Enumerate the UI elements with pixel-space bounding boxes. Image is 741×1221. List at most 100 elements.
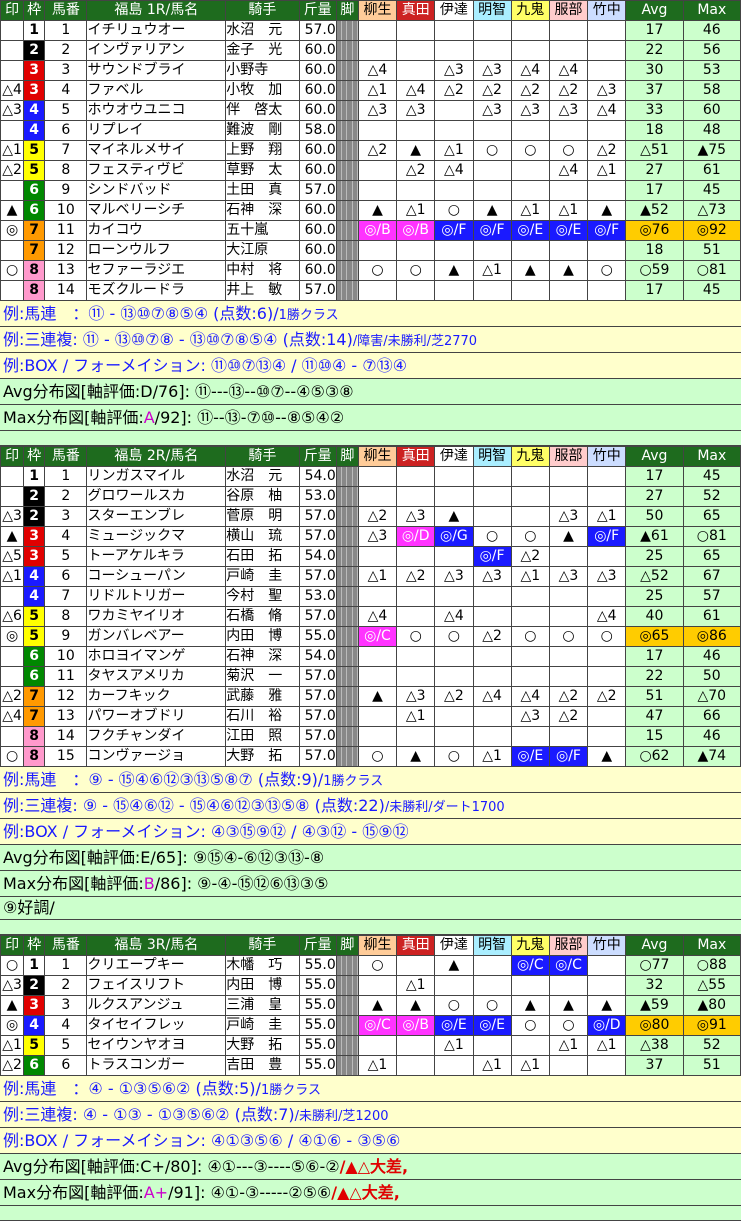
- horse-name[interactable]: フェスティヴビ: [86, 160, 227, 181]
- prediction-cell: ◎/F: [548, 746, 589, 767]
- horse-row[interactable]: △1 5 7 マイネルメサイ 上野 翔 60.0 △2 ▲ △1 ○ ○ ○ △2 △51 ▲75: [0, 140, 741, 161]
- horse-name[interactable]: モズクルードラ: [86, 280, 227, 301]
- horse-row[interactable]: ◎ 5 9 ガンバレベアー 内田 博 55.0 ◎/C ○ ○ △2 ○ ○ ○ ◎65 ◎86: [0, 626, 741, 647]
- horse-name[interactable]: リンガスマイル: [86, 466, 227, 487]
- prediction-cell: [357, 1035, 398, 1056]
- horse-name[interactable]: トラスコンガー: [86, 1055, 227, 1076]
- horse-row[interactable]: ○ 8 15 コンヴァージョ 大野 拓 57.0 ○ ▲ ○ △1 ◎/E ◎/F ▲ ○62 ▲74: [0, 746, 741, 767]
- horse-row[interactable]: ○ 1 1 クリエープキー 木幡 巧 55.0 ○ ▲ ◎/C ◎/C ○77 ○88: [0, 955, 741, 976]
- horse-row[interactable]: △3 2 3 スターエンブレ 菅原 明 57.0 △2 △3 ▲ △3 △1 50 65: [0, 506, 741, 527]
- prediction-cell: △1: [510, 566, 550, 587]
- horse-row[interactable]: △3 2 2 フェイスリフト 内田 博 55.0 △1 32 △55: [0, 975, 741, 996]
- race-section: 印枠馬番 福島 1R/馬名 騎手 斤量脚柳生 真田 伊達 明智 九鬼 服部 竹中 Avg Max 1 1 イ…: [0, 0, 741, 446]
- horse-name[interactable]: イチリュウオー: [86, 20, 227, 41]
- horse-row[interactable]: △4 7 13 パワーオブドリ 石川 裕 57.0 △1 △3 △2 47 66: [0, 706, 741, 727]
- horse-row[interactable]: ▲ 3 3 ルクスアンジュ 三浦 皇 55.0 ▲ ▲ ○ ○ ▲ ▲ ▲ ▲59 ▲80: [0, 995, 741, 1016]
- horse-name[interactable]: クリエープキー: [86, 955, 227, 976]
- horse-name[interactable]: コンヴァージョ: [86, 746, 227, 767]
- horse-name[interactable]: フェイスリフト: [86, 975, 227, 996]
- horse-name[interactable]: ガンバレベアー: [86, 626, 227, 647]
- horse-row[interactable]: ○ 8 13 セファーラジエ 中村 将 60.0 ○ ○ ▲ △1 ▲ ▲ ○ ○59 ○81: [0, 260, 741, 281]
- horse-row[interactable]: 6 11 タヤスアメリカ 菊沢 一 57.0 22 50: [0, 666, 741, 687]
- prediction-cell: △1: [396, 706, 436, 727]
- horse-row[interactable]: 7 12 ローンウルフ 大江原 60.0 18 51: [0, 240, 741, 261]
- prediction-cell: △4: [510, 686, 550, 707]
- horse-name[interactable]: シンドバッド: [86, 180, 227, 201]
- horse-name[interactable]: パワーオブドリ: [86, 706, 227, 727]
- prediction-cell: [434, 20, 474, 41]
- horse-row[interactable]: △1 5 5 セイウンヤオヨ 大野 拓 55.0 △1 △1 △1 △38 52: [0, 1035, 741, 1056]
- horse-row[interactable]: △3 4 5 ホウオウユニコ伴 啓太 60.0 △3 △3 △3 △3 △3 △4 33 60: [0, 100, 741, 121]
- umaban-cell: 7: [44, 140, 88, 161]
- horse-row[interactable]: 4 7 リドルトリガー 今村 聖 53.0 25 57: [0, 586, 741, 607]
- page-root: 印枠馬番 福島 1R/馬名 騎手 斤量脚柳生 真田 伊達 明智 九鬼 服部 竹中 Avg Max 1 1 イ…: [0, 0, 741, 1221]
- horse-row[interactable]: 6 10 ホロヨイマンゲ 石神 深 54.0 17 46: [0, 646, 741, 667]
- prediction-cell: [396, 1035, 436, 1056]
- horse-name[interactable]: トーアケルキラ: [86, 546, 227, 567]
- horse-row[interactable]: 6 9 シンドバッド 土田 真 57.0 17 45: [0, 180, 741, 201]
- horse-name[interactable]: ファベル: [86, 80, 227, 101]
- class-text: 1勝クラス: [323, 774, 384, 789]
- horse-row[interactable]: 1 1 リンガスマイル 水沼 元 54.0 17 45: [0, 466, 741, 487]
- horse-row[interactable]: 2 2 インヴァリアン 金子 光 60.0 22 56: [0, 40, 741, 61]
- jockey-name: 上野 翔: [225, 140, 300, 161]
- leg-bar: [337, 487, 358, 506]
- horse-row[interactable]: ▲ 6 10 マルベリーシチ 石神 深 60.0 ▲ △1 ○ ▲ △1 △1 ▲ ▲52 △73: [0, 200, 741, 221]
- horse-name[interactable]: ホウオウユニコ: [86, 100, 227, 121]
- horse-row[interactable]: 8 14 モズクルードラ 井上 敏 57.0 17 45: [0, 280, 741, 301]
- horse-name[interactable]: グロワールスカ: [86, 486, 227, 507]
- avg-cell: 25: [625, 586, 684, 607]
- horse-name[interactable]: スターエンブレ: [86, 506, 227, 527]
- horse-row[interactable]: 2 2 グロワールスカ 谷原 柚 53.0 27 52: [0, 486, 741, 507]
- avg-cell: ◎65: [625, 626, 684, 647]
- leg-bar: [337, 261, 358, 280]
- horse-row[interactable]: 4 6 リプレイ 難波 剛 58.0 18 48: [0, 120, 741, 141]
- leg-bar: [337, 707, 358, 726]
- horse-name[interactable]: マルベリーシチ: [86, 200, 227, 221]
- horse-row[interactable]: △5 3 5 トーアケルキラ 石田 拓 54.0 ◎/F △2 25 65: [0, 546, 741, 567]
- leg-cell: [335, 100, 359, 121]
- horse-name[interactable]: リプレイ: [86, 120, 227, 141]
- horse-name[interactable]: インヴァリアン: [86, 40, 227, 61]
- jockey-name: 谷原 柚: [225, 486, 300, 507]
- horse-row[interactable]: 8 14 フクチャンダイ 江田 照 57.0 15 46: [0, 726, 741, 747]
- horse-row[interactable]: ◎ 4 4 タイセイフレッ 戸崎 圭 55.0 ◎/C ◎/B ◎/E ◎/E ○ ○ ◎/D ◎80 ◎9…: [0, 1015, 741, 1036]
- horse-name[interactable]: ルクスアンジュ: [86, 995, 227, 1016]
- weight-cell: 60.0: [298, 100, 337, 121]
- prediction-cell: ○: [587, 626, 627, 647]
- horse-row[interactable]: ◎ 7 11 カイコウ 五十嵐 60.0 ◎/B ◎/B ◎/F ◎/F ◎/E ◎/E ◎/F ◎76 ◎…: [0, 220, 741, 241]
- horse-row[interactable]: △1 4 6 コーシューパン 戸崎 圭 57.0 △1 △2 △3 △3 △1 △3 △3 △52 67: [0, 566, 741, 587]
- horse-name[interactable]: セファーラジエ: [86, 260, 227, 281]
- leg-segment: [353, 567, 358, 586]
- avg-distribution: Avg分布図[軸評価:C+/80]: ④①---③----⑤⑥-②/▲△大差,: [0, 1154, 741, 1180]
- horse-name[interactable]: セイウンヤオヨ: [86, 1035, 227, 1056]
- prediction-cell: △2: [434, 686, 474, 707]
- prediction-cell: ▲: [357, 200, 398, 221]
- horse-row[interactable]: 3 3 サウンドブライ 小野寺 60.0 △4 △3 △3 △4 △4 30 53: [0, 60, 741, 81]
- horse-name[interactable]: カーフキック: [86, 686, 227, 707]
- horse-name[interactable]: ミュージックマ: [86, 526, 227, 547]
- prediction-cell: [434, 100, 474, 121]
- horse-row[interactable]: △2 6 6 トラスコンガー 吉田 豊 55.0 △1 △1 △1 37 51: [0, 1055, 741, 1076]
- horse-name[interactable]: フクチャンダイ: [86, 726, 227, 747]
- horse-name[interactable]: ホロヨイマンゲ: [86, 646, 227, 667]
- horse-name[interactable]: カイコウ: [86, 220, 227, 241]
- leg-bar: [337, 627, 358, 646]
- horse-row[interactable]: △2 7 12 カーフキック 武藤 雅 57.0 ▲ △3 △2 △4 △4 △2 △2 51 △70: [0, 686, 741, 707]
- horse-name[interactable]: タヤスアメリカ: [86, 666, 227, 687]
- horse-name[interactable]: リドルトリガー: [86, 586, 227, 607]
- horse-name[interactable]: コーシューパン: [86, 566, 227, 587]
- horse-name[interactable]: ローンウルフ: [86, 240, 227, 261]
- horse-name[interactable]: ワカミヤイリオ: [86, 606, 227, 627]
- horse-row[interactable]: ▲ 3 4 ミュージックマ 横山 琉 57.0 △3 ◎/D ◎/G ○ ○ ▲ ◎/F ▲61 ○81: [0, 526, 741, 547]
- leg-segment: [353, 41, 358, 60]
- horse-name[interactable]: タイセイフレッ: [86, 1015, 227, 1036]
- horse-name[interactable]: マイネルメサイ: [86, 140, 227, 161]
- horse-name[interactable]: サウンドブライ: [86, 60, 227, 81]
- horse-row[interactable]: 1 1 イチリュウオー 水沼 元 57.0 17 46: [0, 20, 741, 41]
- horse-row[interactable]: △4 3 4 ファベル 小牧 加 60.0 △1 △4 △2 △2 △2 △2 △3 37 58: [0, 80, 741, 101]
- horse-row[interactable]: △6 5 8 ワカミヤイリオ 石橋 脩 57.0 △4 △4 △4 40 61: [0, 606, 741, 627]
- horse-row[interactable]: △2 5 8 フェスティヴビ 草野 太 60.0 △2 △4 △4 △1 27 61: [0, 160, 741, 181]
- prediction-cell: [510, 975, 550, 996]
- prediction-cell: [510, 160, 550, 181]
